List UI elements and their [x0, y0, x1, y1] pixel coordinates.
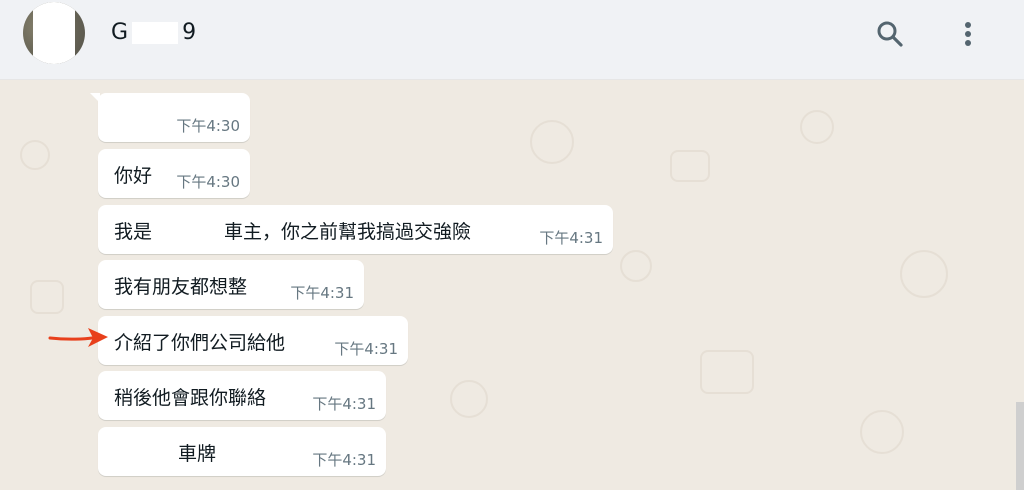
message-text: 我是 車主，你之前幫我搞過交強險 [114, 217, 471, 244]
wallpaper-doodle [670, 150, 710, 182]
scrollbar[interactable] [1016, 402, 1024, 490]
message-time: 下午4:31 [290, 284, 354, 302]
contact-name-start: G [111, 20, 129, 45]
wallpaper-doodle [530, 120, 574, 164]
contact-name-end: 9 [182, 20, 197, 45]
contact-name[interactable]: G9 [111, 20, 196, 45]
message-bubble[interactable]: 車牌 下午4:31 [98, 427, 386, 476]
message-text: 稍後他會跟你聯絡 [114, 387, 267, 409]
avatar[interactable] [23, 2, 85, 64]
message-bubble[interactable]: 稍後他會跟你聯絡 下午4:31 [98, 371, 386, 420]
chat-panel[interactable]: 下午4:30 你好 下午4:30 我是 車主，你之前幫我搞過交強險 下午4:31 … [0, 80, 1024, 490]
redacted-text [152, 222, 225, 243]
chat-header: G9 [0, 0, 1024, 80]
red-arrow-annotation-icon [48, 328, 108, 347]
message-bubble[interactable]: 介紹了你們公司給他 下午4:31 [98, 316, 408, 365]
message-text: 車牌 [178, 443, 217, 465]
message-time: 下午4:31 [312, 395, 376, 413]
wallpaper-doodle [800, 110, 834, 144]
search-button[interactable] [870, 14, 910, 54]
wallpaper-doodle [30, 280, 64, 314]
message-time: 下午4:30 [176, 117, 240, 135]
message-bubble[interactable]: 你好 下午4:30 [98, 149, 250, 198]
wallpaper-doodle [620, 250, 652, 282]
message-text: 你好 [114, 165, 153, 187]
message-text-part: 我是 [114, 221, 153, 243]
message-bubble[interactable]: 下午4:30 [90, 93, 250, 142]
search-icon [877, 21, 903, 47]
wallpaper-doodle [20, 140, 50, 170]
message-text: 介紹了你們公司給他 [114, 332, 286, 354]
message-bubble[interactable]: 我是 車主，你之前幫我搞過交強險 下午4:31 [98, 205, 613, 254]
wallpaper-doodle [900, 250, 948, 298]
message-time: 下午4:31 [334, 340, 398, 358]
redacted-name [132, 22, 179, 44]
wallpaper-doodle [450, 380, 488, 418]
redacted-avatar [33, 2, 75, 64]
message-time: 下午4:30 [176, 173, 240, 191]
message-text-part: 車主，你之前幫我搞過交強險 [224, 221, 472, 243]
wallpaper-doodle [700, 350, 754, 394]
message-text: 我有朋友都想整 [114, 276, 248, 298]
more-vertical-icon [965, 22, 971, 46]
message-time: 下午4:31 [539, 229, 603, 247]
wallpaper-doodle [860, 410, 904, 454]
bubble-tail [90, 93, 100, 103]
message-bubble[interactable]: 我有朋友都想整 下午4:31 [98, 260, 364, 309]
message-time: 下午4:31 [312, 451, 376, 469]
menu-button[interactable] [948, 14, 988, 54]
